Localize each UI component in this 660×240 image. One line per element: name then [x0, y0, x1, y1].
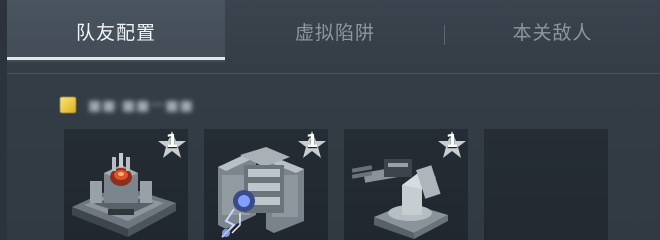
- level-number: 1: [165, 131, 179, 152]
- turret-slot-3[interactable]: 1: [344, 129, 468, 240]
- level-number: 1: [445, 131, 459, 152]
- turret-slot-1[interactable]: 1: [64, 129, 188, 240]
- turret-slot-2[interactable]: 1: [204, 129, 328, 240]
- turret-slots: 1 1 1: [64, 129, 624, 240]
- level-badge: 1: [437, 130, 467, 160]
- tab-teammate-config[interactable]: 队友配置: [7, 0, 225, 62]
- turret-slot-empty[interactable]: [484, 129, 608, 240]
- player-rank-icon: [60, 97, 76, 113]
- tab-bar: 队友配置 虚拟陷阱 本关敌人: [7, 0, 660, 62]
- game-panel: 队友配置 虚拟陷阱 本关敌人 ■■·■■一■■ 1 1 1: [0, 0, 660, 240]
- panel-left-edge: [0, 0, 7, 240]
- tab-label: 虚拟陷阱: [294, 21, 375, 44]
- level-number: 1: [305, 131, 319, 152]
- player-row: ■■·■■一■■: [60, 95, 194, 115]
- tab-virtual-traps[interactable]: 虚拟陷阱: [225, 0, 445, 62]
- player-name: ■■·■■一■■: [88, 98, 194, 114]
- tab-label: 队友配置: [75, 21, 156, 44]
- level-badge: 1: [157, 130, 187, 160]
- divider: [7, 73, 660, 74]
- tab-label: 本关敌人: [512, 21, 593, 44]
- level-badge: 1: [297, 130, 327, 160]
- tab-level-enemies[interactable]: 本关敌人: [445, 0, 660, 62]
